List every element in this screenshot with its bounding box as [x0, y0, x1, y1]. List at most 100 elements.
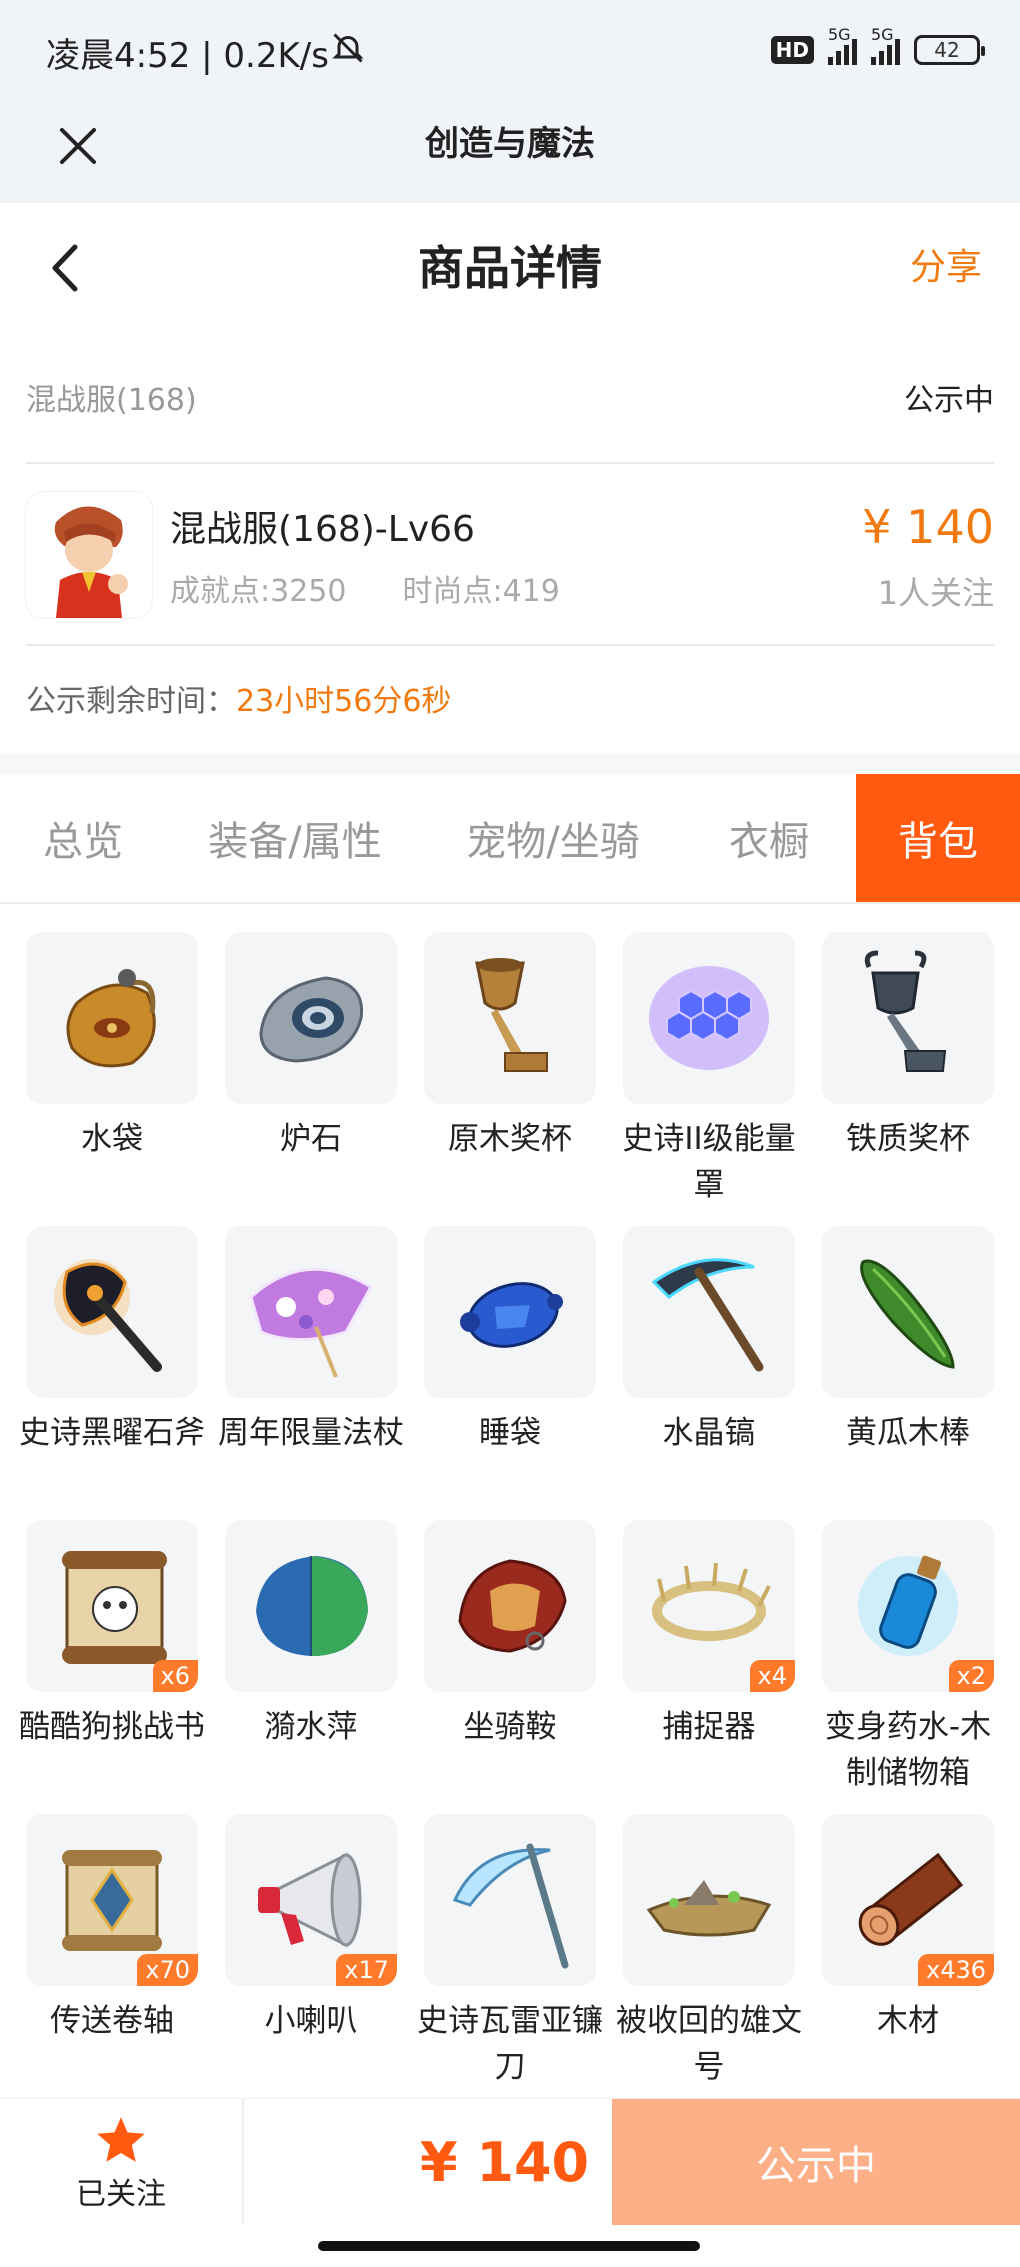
battery-icon: 42: [914, 35, 985, 65]
item-small-horn[interactable]: x17 小喇叭: [225, 1814, 397, 2108]
item-thumb: [424, 932, 596, 1104]
item-name: 史诗II级能量罩: [622, 1121, 796, 1203]
product-price: ¥ 140: [862, 500, 994, 554]
bottom-bar: 已关注 ¥ 140 公示中: [0, 2098, 1020, 2228]
item-recovered-ship[interactable]: 被收回的雄文号: [616, 1814, 802, 2108]
item-wood-trophy[interactable]: 原木奖杯: [424, 932, 596, 1226]
share-button[interactable]: 分享: [910, 243, 982, 293]
scythe-icon: [452, 1843, 569, 1969]
tab-pets[interactable]: 宠物/坐骑: [424, 774, 682, 902]
item-obsidian-axe[interactable]: 史诗黑曜石斧: [19, 1226, 205, 1520]
item-wood[interactable]: x436 木材: [822, 1814, 994, 2108]
item-name: 木材: [877, 2003, 939, 2039]
backpack-grid: 水袋 炉石 原木奖杯 史诗II级能量罩 铁质奖杯 史诗黑曜石斧 周年限量法杖 睡…: [19, 932, 994, 2108]
divider: [242, 2099, 244, 2224]
item-thumb: [424, 1520, 596, 1692]
signal-icon: 5G: [828, 25, 857, 65]
bottom-price: ¥ 140: [420, 2131, 590, 2194]
server-name: 混战服(168): [26, 383, 197, 418]
item-sleeping-bag[interactable]: 睡袋: [424, 1226, 596, 1520]
tab-backpack[interactable]: 背包: [856, 774, 1020, 902]
item-thumb: [225, 1226, 397, 1398]
item-challenge-letter[interactable]: x6 酷酷狗挑战书: [19, 1520, 205, 1814]
top-area: 凌晨4:52 | 0.2K/s HD 5G 5G 42 创造与魔法: [0, 0, 1020, 203]
mute-bell-icon: [332, 33, 364, 63]
item-catcher[interactable]: x4 捕捉器: [623, 1520, 795, 1814]
item-thumb: [26, 932, 198, 1104]
duckweed-icon: [256, 1556, 368, 1656]
tab-overview[interactable]: 总览: [0, 774, 166, 902]
water-bag-icon: [66, 969, 156, 1068]
potion-icon: [858, 1555, 958, 1656]
item-name: 睡袋: [479, 1415, 541, 1451]
tab-bar: 总览 装备/属性 宠物/坐骑 衣橱 背包: [0, 774, 1020, 904]
item-cucumber-club[interactable]: 黄瓜木棒: [822, 1226, 994, 1520]
trap-icon: [652, 1562, 771, 1641]
remaining-time-label: 公示剩余时间：: [26, 684, 236, 719]
item-thumb: [225, 932, 397, 1104]
energy-shield-icon: [649, 966, 769, 1070]
item-scythe[interactable]: 史诗瓦雷亚镰刀: [417, 1814, 603, 2108]
item-quantity: x70: [137, 1954, 198, 1986]
item-thumb: x70: [26, 1814, 198, 1986]
item-name: 酷酷狗挑战书: [19, 1709, 205, 1745]
tab-equipment[interactable]: 装备/属性: [166, 774, 424, 902]
item-transform-potion[interactable]: x2 变身药水-木制储物箱: [822, 1520, 994, 1814]
item-thumb: [822, 1226, 994, 1398]
wanted-scroll-icon: [62, 1551, 167, 1664]
saddle-icon: [458, 1559, 567, 1653]
scroll-icon: [62, 1850, 162, 1951]
product-name: 混战服(168)-Lv66: [170, 509, 475, 550]
item-thumb: x17: [225, 1814, 397, 1986]
item-crystal-pickaxe[interactable]: 水晶镐: [623, 1226, 795, 1520]
item-water-bag[interactable]: 水袋: [26, 932, 198, 1226]
listing-status: 公示中: [904, 383, 994, 418]
item-thumb: [225, 1520, 397, 1692]
log-icon: [858, 1852, 964, 1946]
item-teleport-scroll[interactable]: x70 传送卷轴: [26, 1814, 198, 2108]
item-quantity: x4: [749, 1660, 795, 1692]
item-name: 史诗黑曜石斧: [19, 1415, 205, 1451]
item-water-duckweed[interactable]: 漪水萍: [225, 1520, 397, 1814]
item-name: 变身药水-木制储物箱: [824, 1709, 992, 1791]
signal-icon: 5G: [871, 25, 900, 65]
item-quantity: x6: [152, 1660, 198, 1692]
pickaxe-icon: [651, 1258, 764, 1372]
divider: [26, 462, 994, 464]
item-energy-shield[interactable]: 史诗II级能量罩: [622, 932, 796, 1226]
item-hearthstone[interactable]: 炉石: [225, 932, 397, 1226]
signal-label: 5G: [828, 25, 851, 44]
item-quantity: x17: [336, 1954, 397, 1986]
item-thumb: x436: [822, 1814, 994, 1986]
character-avatar: [26, 492, 152, 618]
item-saddle[interactable]: 坐骑鞍: [424, 1520, 596, 1814]
wood-trophy-icon: [475, 958, 548, 1072]
hd-badge: HD: [770, 36, 814, 64]
item-thumb: [26, 1226, 198, 1398]
item-name: 炉石: [280, 1121, 342, 1157]
item-thumb: [623, 1814, 795, 1986]
item-name: 传送卷轴: [50, 2003, 174, 2039]
product-meta: 成就点:3250 时尚点:419: [170, 566, 560, 610]
follow-button[interactable]: 已关注: [0, 2099, 242, 2229]
follow-label: 已关注: [76, 2177, 166, 2212]
item-iron-trophy[interactable]: 铁质奖杯: [822, 932, 994, 1226]
status-bar: 凌晨4:52 | 0.2K/s HD 5G 5G 42: [0, 0, 1020, 100]
item-name: 黄瓜木棒: [846, 1415, 970, 1451]
item-anniversary-staff[interactable]: 周年限量法杖: [218, 1226, 404, 1520]
divider: [26, 644, 994, 646]
item-thumb: [623, 932, 795, 1104]
hearthstone-icon: [259, 976, 364, 1063]
item-thumb: x6: [26, 1520, 198, 1692]
publicity-button[interactable]: 公示中: [612, 2099, 1020, 2225]
item-quantity: x436: [917, 1954, 994, 1986]
follower-count: 1人关注: [877, 574, 994, 612]
item-name: 小喇叭: [264, 2003, 358, 2039]
item-name: 铁质奖杯: [846, 1121, 970, 1157]
item-thumb: [424, 1814, 596, 1986]
item-thumb: x4: [623, 1520, 795, 1692]
item-name: 原木奖杯: [448, 1121, 572, 1157]
umbrella-staff-icon: [249, 1267, 374, 1378]
item-name: 史诗瓦雷亚镰刀: [417, 2003, 603, 2085]
tab-wardrobe[interactable]: 衣橱: [682, 774, 856, 902]
